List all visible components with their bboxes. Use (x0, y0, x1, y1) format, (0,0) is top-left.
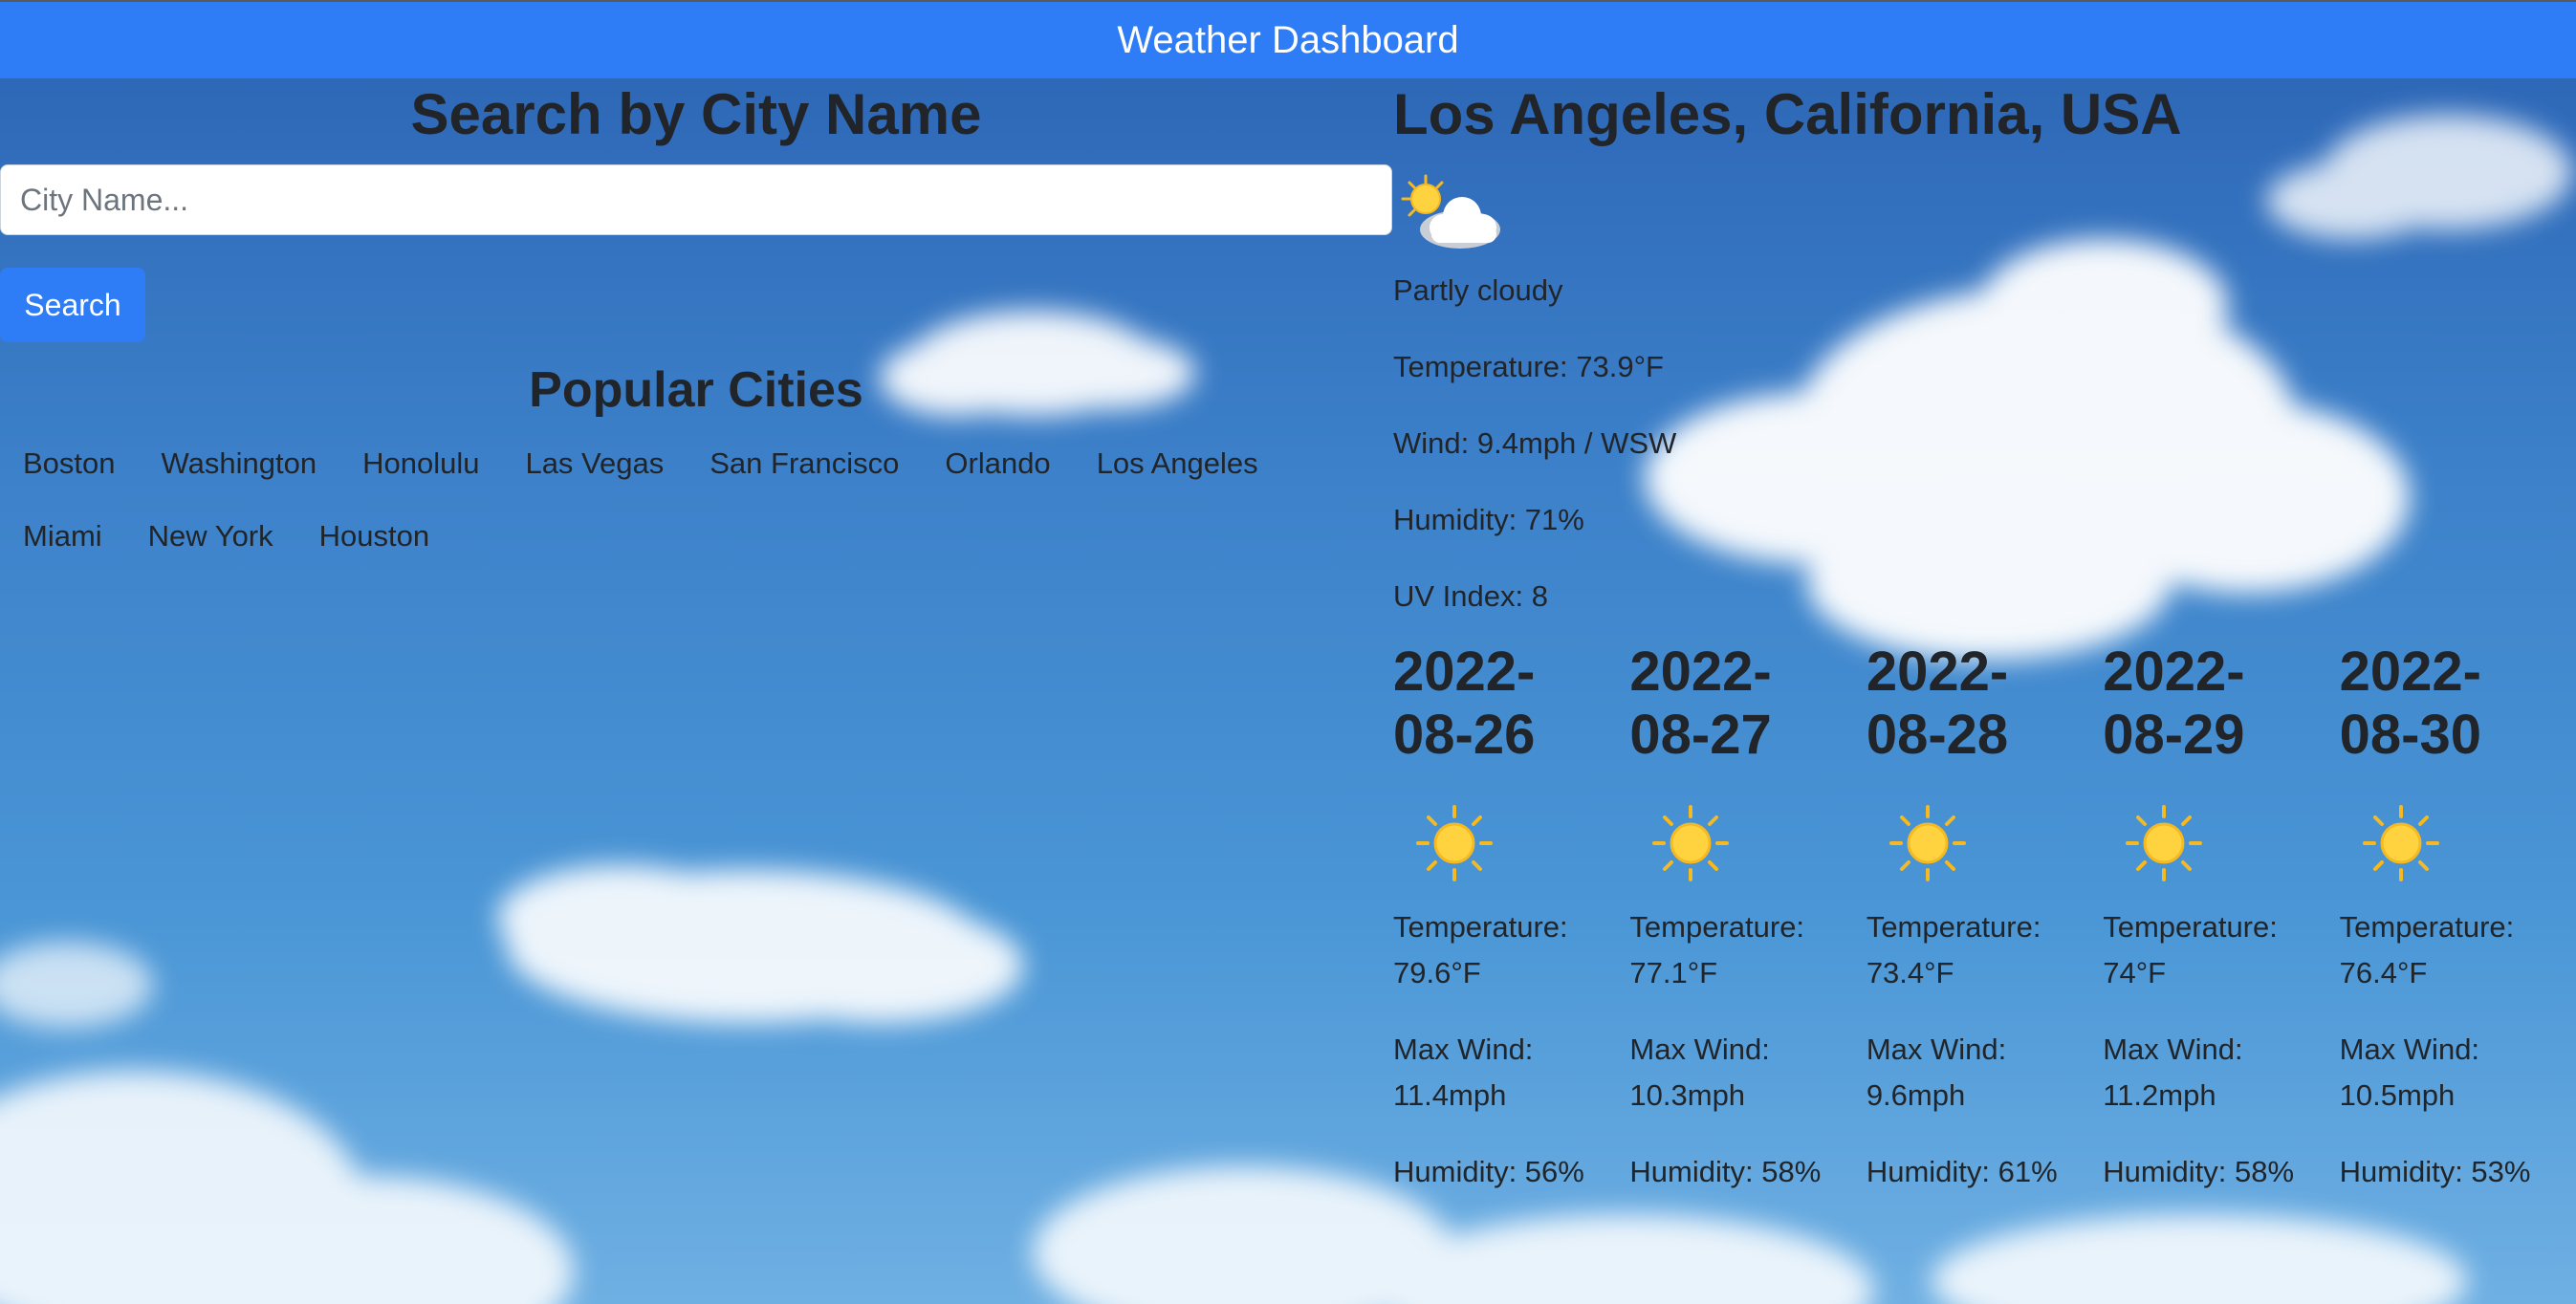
city-link-las-vegas[interactable]: Las Vegas (502, 438, 687, 511)
city-link-orlando[interactable]: Orlando (922, 438, 1073, 511)
forecast-wind-label: Max Wind: (1393, 1032, 1534, 1066)
forecast-date: 2022-08-26 (1393, 641, 1536, 766)
forecast-temperature: 79.6°F (1393, 956, 1481, 989)
forecast-humidity: Humidity: 58% (1629, 1155, 1822, 1188)
forecast-temperature: 76.4°F (2339, 956, 2428, 989)
forecast-date: 2022-08-30 (2339, 641, 2481, 766)
forecast-day-card: 2022-08-27 Temperature: 77.1°F Max Wind:… (1629, 641, 1866, 1195)
forecast-humidity: Humidity: 53% (2339, 1155, 2531, 1188)
forecast-temperature-label: Temperature: (1866, 910, 2041, 944)
sun-icon (1652, 805, 1730, 881)
popular-cities-heading: Popular Cities (529, 362, 863, 418)
forecast-temperature: 73.4°F (1866, 956, 1954, 989)
forecast-wind-label: Max Wind: (2103, 1032, 2243, 1066)
navbar: Weather Dashboard (0, 0, 2576, 78)
city-link-washington[interactable]: Washington (139, 438, 340, 511)
forecast-wind-label: Max Wind: (1866, 1032, 2007, 1066)
current-condition: Partly cloudy (1393, 273, 1563, 307)
forecast-humidity: Humidity: 56% (1393, 1155, 1584, 1188)
forecast-date: 2022-08-29 (2103, 641, 2245, 766)
sun-icon (1888, 805, 1966, 881)
forecast-wind: 10.5mph (2339, 1078, 2456, 1112)
city-link-houston[interactable]: Houston (296, 511, 452, 583)
forecast-date: 2022-08-28 (1866, 641, 2009, 766)
sun-icon (2126, 805, 2203, 881)
forecast-wind-label: Max Wind: (1629, 1032, 1770, 1066)
current-humidity: Humidity: 71% (1393, 503, 1584, 536)
search-heading: Search by City Name (410, 82, 982, 146)
forecast-temperature-label: Temperature: (1629, 910, 1805, 944)
city-link-boston[interactable]: Boston (0, 438, 139, 511)
weather-panel: Los Angeles, California, USA Partly clou… (1393, 78, 2576, 1195)
forecast-day-card: 2022-08-26 Temperature: 79.6°F Max Wind:… (1393, 641, 1629, 1195)
city-link-san-francisco[interactable]: San Francisco (687, 438, 922, 511)
search-panel: Search by City Name Search Popular Citie… (0, 78, 1392, 583)
forecast-temperature: 74°F (2103, 956, 2167, 989)
forecast-wind-label: Max Wind: (2339, 1032, 2480, 1066)
forecast-wind: 10.3mph (1629, 1078, 1746, 1112)
current-uv-index: UV Index: 8 (1393, 579, 1548, 613)
forecast-day-card: 2022-08-28 Temperature: 73.4°F Max Wind:… (1867, 641, 2103, 1195)
city-link-new-york[interactable]: New York (125, 511, 296, 583)
search-button[interactable]: Search (0, 268, 145, 342)
city-link-los-angeles[interactable]: Los Angeles (1074, 438, 1281, 511)
current-wind: Wind: 9.4mph / WSW (1393, 426, 1677, 460)
app-title: Weather Dashboard (1117, 18, 1459, 61)
forecast-temperature-label: Temperature: (2339, 910, 2515, 944)
forecast-wind: 9.6mph (1866, 1078, 1966, 1112)
forecast-temperature-label: Temperature: (2103, 910, 2278, 944)
forecast-humidity: Humidity: 61% (1866, 1155, 2058, 1188)
sun-icon (2362, 805, 2439, 881)
forecast-temperature-label: Temperature: (1393, 910, 1568, 944)
forecast-wind: 11.2mph (2103, 1078, 2216, 1112)
partly-cloudy-icon (1401, 174, 1500, 249)
forecast-day-card: 2022-08-30 Temperature: 76.4°F Max Wind:… (2340, 641, 2576, 1195)
current-location-title: Los Angeles, California, USA (1393, 82, 2182, 146)
forecast-date: 2022-08-27 (1629, 641, 1772, 766)
forecast-row: 2022-08-26 Temperature: 79.6°F Max Wind:… (1393, 641, 2576, 1195)
city-search-input[interactable] (0, 164, 1392, 235)
popular-cities-list: Boston Washington Honolulu Las Vegas San… (0, 428, 1392, 583)
forecast-temperature: 77.1°F (1629, 956, 1718, 989)
forecast-wind: 11.4mph (1393, 1078, 1507, 1112)
sun-icon (1416, 805, 1493, 881)
city-link-honolulu[interactable]: Honolulu (339, 438, 502, 511)
current-temperature: Temperature: 73.9°F (1393, 350, 1664, 383)
forecast-day-card: 2022-08-29 Temperature: 74°F Max Wind: 1… (2103, 641, 2339, 1195)
forecast-humidity: Humidity: 58% (2103, 1155, 2295, 1188)
city-link-miami[interactable]: Miami (0, 511, 125, 583)
